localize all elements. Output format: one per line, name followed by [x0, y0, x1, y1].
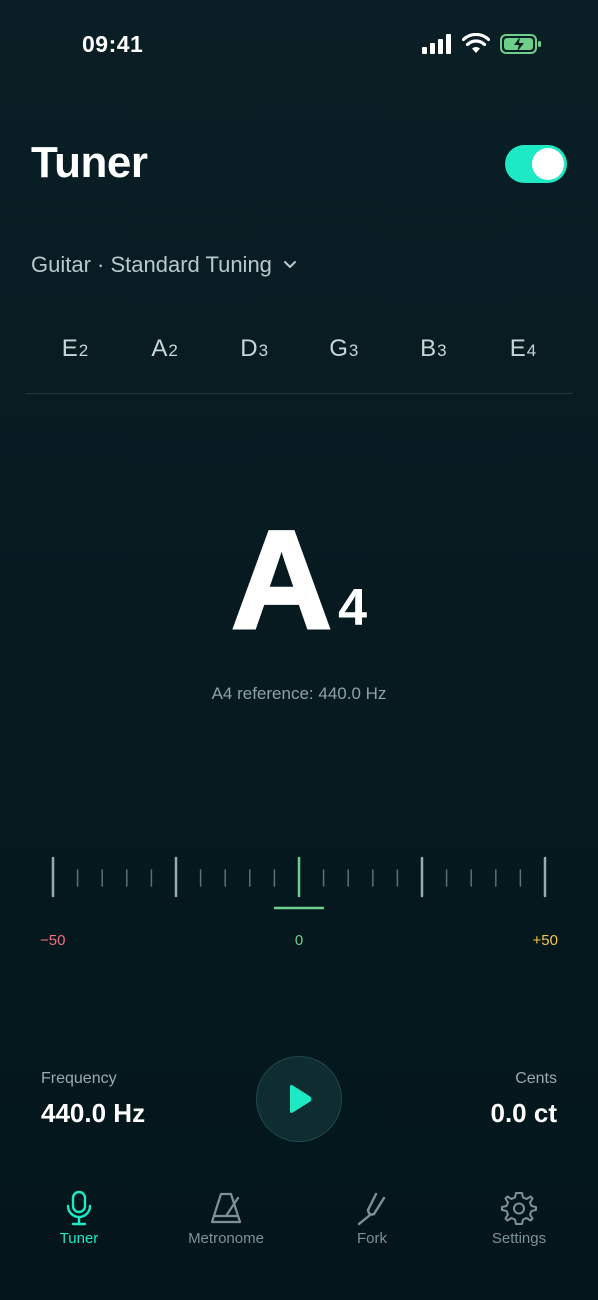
reference-pitch: A4 reference: 440.0 Hz	[211, 684, 387, 703]
tab-settings[interactable]: Settings	[459, 1188, 579, 1247]
string-button[interactable]: G3	[309, 335, 379, 363]
page-title: Tuner	[31, 138, 148, 187]
string-button[interactable]: E2	[40, 335, 110, 363]
tuner-toggle[interactable]	[505, 145, 567, 183]
tab-label: Tuner	[59, 1230, 99, 1247]
status-time: 09:41	[82, 31, 144, 57]
instrument-selector[interactable]: Guitar · Standard Tuning	[31, 252, 298, 278]
meter-max-label: +50	[532, 932, 558, 949]
cents-value: 0.0 ct	[490, 1098, 558, 1128]
chevron-down-icon	[283, 261, 296, 268]
tab-bar: Tuner Metronome Fork Settings	[0, 1188, 598, 1258]
status-icons	[422, 33, 542, 55]
cents-meter	[51, 856, 547, 910]
detected-note: A 4	[0, 501, 598, 658]
tuning-fork-icon	[357, 1192, 386, 1226]
meter-min-label: −50	[40, 932, 66, 949]
string-button[interactable]: D3	[219, 335, 289, 363]
meter-labels: −50 0 +50	[40, 932, 558, 949]
meter-zero-label: 0	[294, 932, 304, 949]
string-button[interactable]: E4	[488, 335, 558, 363]
tab-label: Fork	[357, 1230, 387, 1247]
divider	[25, 393, 573, 394]
string-selector-row: E2 A2 D3 G3 B3 E4	[30, 335, 568, 363]
frequency-value: 440.0 Hz	[41, 1098, 146, 1128]
frequency-readout: Frequency 440.0 Hz	[41, 1070, 145, 1129]
instrument-label: Guitar · Standard Tuning	[31, 252, 272, 277]
battery-charging-icon	[500, 34, 541, 54]
tuner-screen: 09:41 Tuner Guitar · Standard Tuning E2 …	[0, 0, 598, 1300]
toggle-knob	[532, 148, 564, 180]
play-button[interactable]	[256, 1056, 342, 1142]
frequency-label: Frequency	[41, 1070, 117, 1087]
metronome-icon	[210, 1192, 242, 1224]
signal-icon	[422, 34, 451, 54]
tab-fork[interactable]: Fork	[312, 1188, 432, 1247]
tab-tuner[interactable]: Tuner	[19, 1188, 139, 1247]
wifi-icon	[462, 33, 490, 53]
play-icon	[290, 1085, 312, 1113]
note-octave: 4	[338, 579, 368, 637]
gear-icon	[501, 1192, 537, 1225]
tab-metronome[interactable]: Metronome	[166, 1188, 286, 1247]
note-letter: A	[229, 501, 333, 658]
string-button[interactable]: A2	[130, 335, 200, 363]
tab-label: Settings	[491, 1230, 547, 1247]
microphone-icon	[66, 1190, 92, 1226]
string-button[interactable]: B3	[398, 335, 468, 363]
cents-readout: Cents 0.0 ct	[491, 1070, 558, 1129]
cents-label: Cents	[515, 1070, 557, 1087]
tab-label: Metronome	[188, 1230, 264, 1247]
